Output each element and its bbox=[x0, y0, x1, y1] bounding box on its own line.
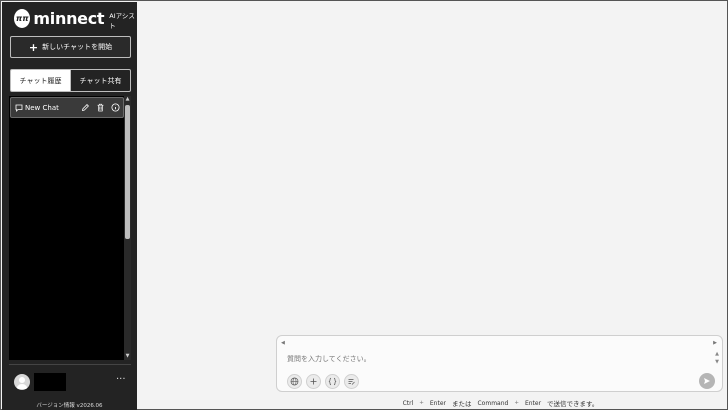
user-name-redacted bbox=[34, 373, 66, 391]
sidebar-divider bbox=[9, 364, 131, 365]
scroll-right-arrow-icon[interactable]: ▶ bbox=[713, 340, 717, 346]
more-options-icon[interactable]: ··· bbox=[116, 374, 126, 385]
chat-list-scrollbar[interactable]: ▲ ▼ bbox=[124, 96, 131, 360]
send-shortcut-hint: Ctrl + Enter または Command + Enter で送信できます… bbox=[276, 398, 723, 409]
chat-bubble-icon bbox=[15, 104, 23, 112]
send-button[interactable] bbox=[699, 373, 715, 389]
edit-icon[interactable] bbox=[80, 102, 90, 112]
braces-icon[interactable] bbox=[325, 374, 340, 389]
user-avatar-icon[interactable] bbox=[14, 374, 30, 390]
tab-chat-history[interactable]: チャット履歴 bbox=[10, 69, 71, 92]
globe-icon[interactable] bbox=[287, 374, 302, 389]
new-chat-button[interactable]: + 新しいチャットを開始 bbox=[10, 36, 131, 58]
plus-sign: + bbox=[514, 400, 519, 406]
brand-logo: ππ minnect AIアシスト bbox=[14, 8, 137, 30]
attach-plus-icon[interactable] bbox=[306, 374, 321, 389]
app-frame: ππ minnect AIアシスト + 新しいチャットを開始 チャット履歴 チャ… bbox=[0, 0, 728, 410]
key-enter: Enter bbox=[429, 399, 446, 407]
scroll-down-arrow-icon[interactable]: ▼ bbox=[124, 353, 131, 360]
composer-vertical-scrollbar[interactable]: ▲ ▼ bbox=[715, 350, 719, 366]
hint-suffix: で送信できます。 bbox=[547, 400, 599, 408]
chat-item-actions bbox=[80, 102, 120, 112]
question-input[interactable] bbox=[287, 355, 687, 363]
chat-history-list: New Chat bbox=[9, 96, 131, 360]
list-edit-icon[interactable] bbox=[344, 374, 359, 389]
minnect-logo-icon: ππ bbox=[14, 8, 31, 28]
trash-icon[interactable] bbox=[95, 102, 105, 112]
chat-list-item[interactable]: New Chat bbox=[10, 97, 124, 118]
key-enter-2: Enter bbox=[524, 399, 542, 407]
sidebar: ππ minnect AIアシスト + 新しいチャットを開始 チャット履歴 チャ… bbox=[2, 2, 137, 410]
send-icon bbox=[704, 378, 710, 384]
key-ctrl: Ctrl bbox=[402, 399, 414, 407]
info-icon[interactable] bbox=[110, 102, 120, 112]
plus-sign: + bbox=[419, 400, 424, 406]
key-command: Command bbox=[477, 399, 509, 407]
chat-item-title: New Chat bbox=[25, 103, 59, 112]
composer-horizontal-scrollbar[interactable]: ◀ ▶ bbox=[281, 340, 717, 346]
tab-chat-share[interactable]: チャット共有 bbox=[71, 69, 131, 92]
composer: ◀ ▶ ▲ ▼ bbox=[276, 335, 723, 392]
new-chat-label: 新しいチャットを開始 bbox=[42, 43, 113, 51]
hint-or: または bbox=[451, 400, 472, 408]
scrollbar-thumb[interactable] bbox=[125, 105, 130, 239]
brand-subtitle: AIアシスト bbox=[109, 12, 135, 30]
plus-icon: + bbox=[28, 40, 39, 54]
scroll-left-arrow-icon[interactable]: ◀ bbox=[281, 340, 285, 346]
sidebar-tabs: チャット履歴 チャット共有 bbox=[10, 69, 131, 92]
version-info: バージョン情報 v2026.06 bbox=[36, 403, 103, 409]
scroll-up-arrow-icon[interactable]: ▲ bbox=[124, 96, 131, 103]
brand-name: minnect bbox=[33, 8, 105, 28]
